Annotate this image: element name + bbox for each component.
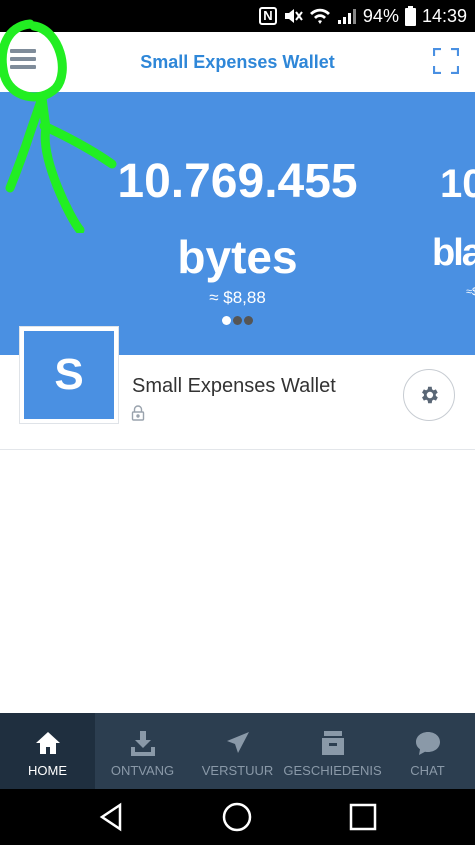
- scan-button[interactable]: [432, 47, 460, 75]
- history-icon: [321, 731, 344, 755]
- nfc-icon: N: [258, 7, 277, 25]
- chat-icon: [415, 732, 440, 755]
- tab-label: CHAT: [410, 763, 445, 778]
- wifi-icon: [309, 7, 331, 25]
- tab-label: VERSTUUR: [201, 763, 274, 778]
- send-icon: [226, 732, 249, 753]
- page-title: Small Expenses Wallet: [140, 52, 335, 72]
- pager-dot[interactable]: [244, 316, 253, 325]
- tab-home[interactable]: HOME: [0, 713, 95, 789]
- next-balance-fiat-peek: ≈$0: [466, 286, 475, 298]
- tab-receive[interactable]: ONTVANG: [95, 713, 190, 789]
- wallet-settings-button[interactable]: [403, 369, 455, 421]
- home-icon: [35, 732, 60, 754]
- receive-icon: [130, 731, 155, 756]
- wallet-list-item[interactable]: S Small Expenses Wallet: [0, 327, 475, 450]
- tab-label: ONTVANG: [110, 763, 175, 778]
- app-header: Small Expenses Wallet: [0, 32, 475, 92]
- signal-icon: [337, 7, 357, 25]
- lock-icon: [131, 405, 145, 421]
- balance-amount: 10.769.455: [117, 155, 358, 208]
- mute-icon: [283, 7, 303, 25]
- next-balance-unit-peek: blackb: [432, 232, 475, 274]
- balance-fiat-value: ≈ $8,88: [209, 288, 266, 307]
- status-icons: N 94% 14:39: [258, 0, 467, 32]
- battery-percentage: 94%: [362, 5, 399, 26]
- wallet-avatar: S: [20, 327, 118, 423]
- recents-icon[interactable]: [347, 801, 379, 833]
- next-balance-amount-peek: 100.: [440, 162, 475, 206]
- back-icon[interactable]: [96, 801, 128, 833]
- tab-label: HOME: [28, 763, 67, 778]
- bottom-tab-bar: HOME ONTVANG VERSTUUR GESCHIEDENIS CHAT: [0, 713, 475, 789]
- pager-dot-active[interactable]: [222, 316, 231, 325]
- balance-unit: bytes: [177, 231, 298, 283]
- wallet-name: Small Expenses Wallet: [132, 375, 336, 397]
- home-circle-icon[interactable]: [221, 801, 253, 833]
- gear-icon: [422, 386, 438, 404]
- balance-carousel[interactable]: 10.769.455 bytes ≈ $8,88 100. blackb ≈$0: [0, 92, 475, 355]
- system-nav-bar: [0, 789, 475, 845]
- tab-history[interactable]: GESCHIEDENIS: [283, 713, 382, 789]
- pager-dot[interactable]: [233, 316, 242, 325]
- tab-chat[interactable]: CHAT: [380, 713, 475, 789]
- battery-icon: [404, 6, 416, 26]
- tab-label: GESCHIEDENIS: [283, 763, 382, 778]
- clock: 14:39: [421, 5, 467, 26]
- tab-send[interactable]: VERSTUUR: [190, 713, 285, 789]
- carousel-pager: [222, 316, 253, 325]
- scan-icon: [432, 47, 460, 75]
- status-bar: N 94% 14:39: [0, 0, 475, 32]
